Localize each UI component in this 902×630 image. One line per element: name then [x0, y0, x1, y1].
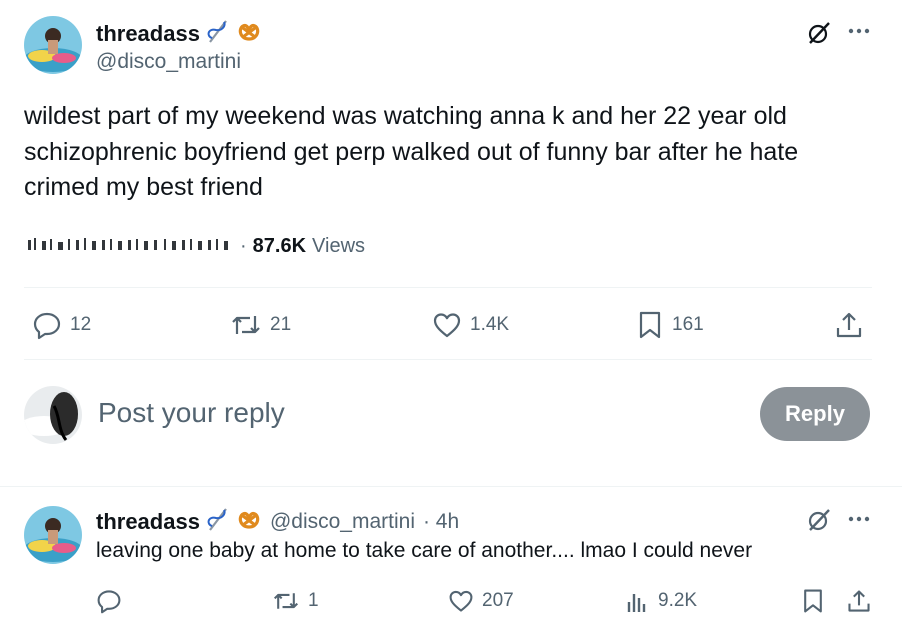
- reply-icon: [96, 588, 122, 614]
- reply-grok-icon[interactable]: [806, 507, 832, 538]
- reply-text: leaving one baby at home to take care of…: [96, 539, 753, 562]
- reply-author-handle[interactable]: @disco_martini: [270, 510, 415, 534]
- repost-icon: [230, 310, 262, 340]
- analytics-bars-icon: [624, 588, 650, 614]
- reply-views-count: 9.2K: [658, 590, 698, 611]
- like-count: 1.4K: [470, 314, 510, 335]
- author-name-row: threadass: [96, 18, 262, 49]
- current-user-avatar[interactable]: [24, 386, 82, 444]
- reply-header-row: threadass @disco_martini · 4h: [96, 506, 459, 537]
- views-label[interactable]: Views: [312, 235, 365, 258]
- reply-like-action[interactable]: 207: [448, 588, 514, 614]
- heart-icon: [448, 588, 474, 614]
- needle-thread-emoji-icon: [204, 18, 232, 49]
- reply-reply-action[interactable]: [96, 588, 130, 614]
- bookmark-count: 161: [672, 314, 704, 335]
- heart-icon: [432, 310, 462, 340]
- reply-repost-action[interactable]: 1: [272, 588, 319, 614]
- post-text-line-2: schizophrenic boyfriend get perp walked …: [24, 137, 799, 166]
- divider-top: [24, 287, 872, 288]
- like-action[interactable]: 1.4K: [432, 310, 509, 340]
- reply-bookmark-action[interactable]: [800, 588, 826, 619]
- pretzel-emoji-icon: [236, 507, 262, 536]
- reply-views-action[interactable]: 9.2K: [624, 588, 697, 614]
- repost-icon: [272, 588, 300, 614]
- grok-icon[interactable]: [806, 20, 832, 51]
- pretzel-emoji-icon: [236, 19, 262, 48]
- reply-input[interactable]: Post your reply: [98, 397, 285, 429]
- post-text-line-3: crimed my best friend: [24, 173, 263, 201]
- reply-more-options-icon[interactable]: [847, 512, 871, 531]
- author-avatar[interactable]: [24, 16, 82, 74]
- repost-action[interactable]: 21: [230, 310, 291, 340]
- reply-button[interactable]: Reply: [760, 387, 870, 441]
- meta-separator: ·: [240, 234, 247, 257]
- reply-repost-count: 1: [308, 590, 319, 611]
- reply-like-count: 207: [482, 590, 514, 611]
- bookmark-action[interactable]: 161: [636, 310, 704, 340]
- views-count[interactable]: 87.6K: [253, 235, 306, 258]
- post-text-line-1: wildest part of my weekend was watching …: [24, 102, 787, 130]
- reply-author-display-name[interactable]: threadass: [96, 509, 200, 535]
- bookmark-icon: [800, 589, 826, 618]
- reply-author-avatar[interactable]: [24, 506, 82, 564]
- bookmark-icon: [636, 310, 664, 340]
- author-handle[interactable]: @disco_martini: [96, 50, 241, 74]
- share-icon: [834, 310, 864, 340]
- post-meta-row: · 87.6K Views: [24, 233, 365, 259]
- reply-action[interactable]: 12: [32, 310, 91, 340]
- reply-icon: [32, 310, 62, 340]
- share-action[interactable]: [834, 310, 864, 340]
- divider-composer: [0, 486, 902, 487]
- post-text: wildest part of my weekend was watching …: [24, 99, 798, 206]
- share-icon: [846, 590, 872, 618]
- more-options-icon[interactable]: [847, 24, 871, 43]
- reply-share-action[interactable]: [846, 588, 872, 619]
- repost-count: 21: [270, 314, 292, 335]
- author-display-name[interactable]: threadass: [96, 21, 200, 47]
- obscured-timestamp-icon: [24, 233, 234, 260]
- divider-actions: [24, 359, 872, 360]
- needle-thread-emoji-icon: [204, 506, 232, 537]
- reply-count: 12: [70, 314, 92, 335]
- reply-timestamp[interactable]: · 4h: [423, 510, 459, 534]
